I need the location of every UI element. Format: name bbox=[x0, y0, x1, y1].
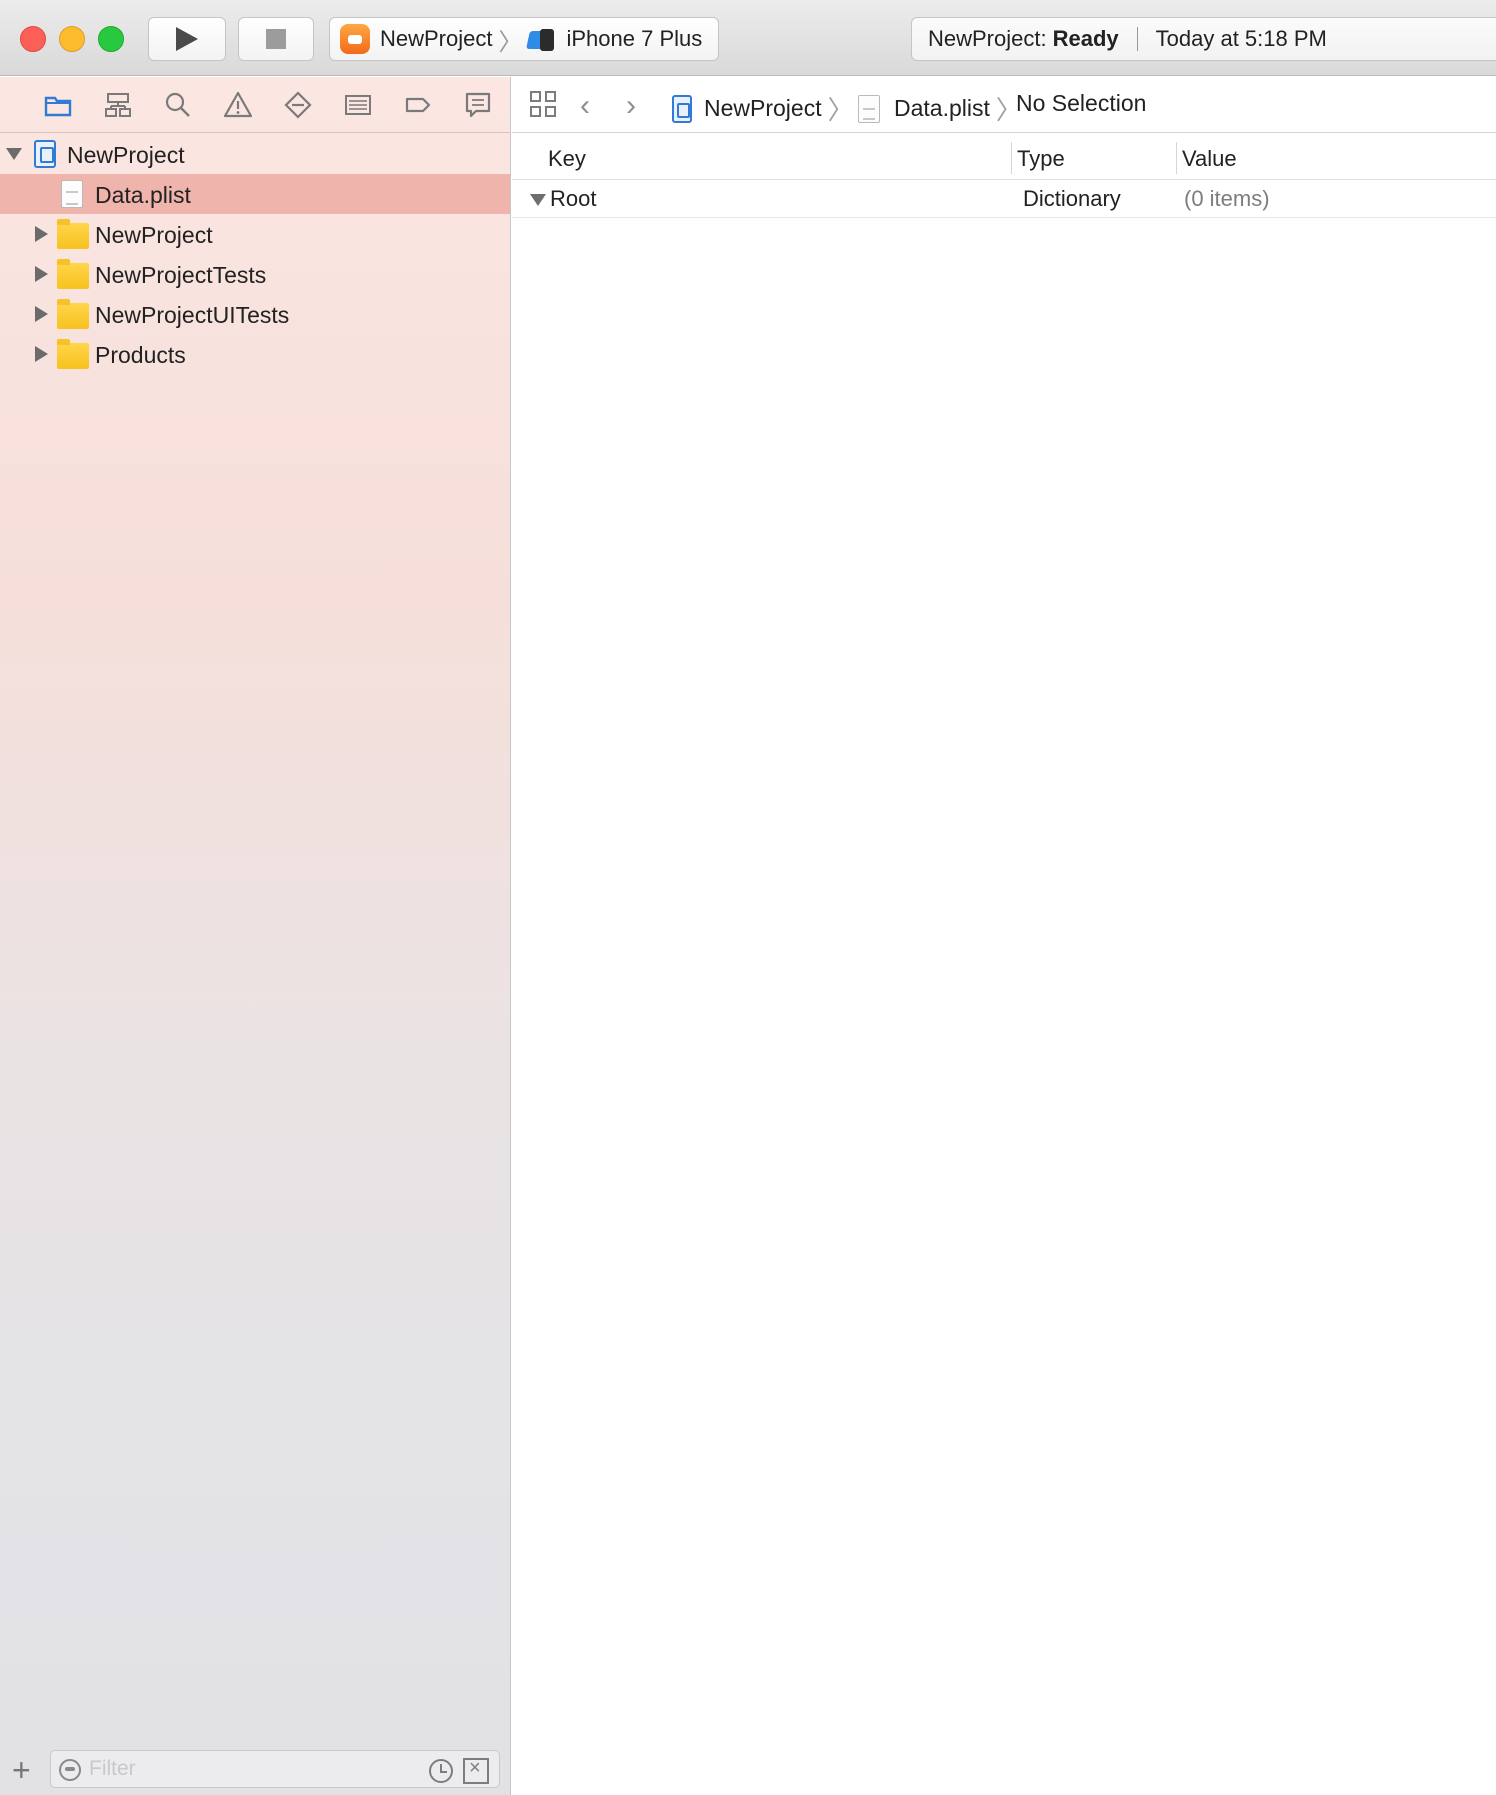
tab-symbol-navigator[interactable] bbox=[88, 87, 148, 123]
filter-icon bbox=[59, 1759, 81, 1781]
filter-input[interactable] bbox=[89, 1755, 409, 1783]
project-navigator: NewProject Data.plist NewProject NewProj… bbox=[0, 77, 511, 1795]
add-file-button[interactable]: + bbox=[12, 1752, 31, 1789]
column-header-key[interactable]: Key bbox=[548, 146, 586, 172]
activity-project-label: NewProject: bbox=[928, 26, 1047, 51]
test-diamond-icon bbox=[284, 90, 312, 119]
hierarchy-icon bbox=[105, 92, 131, 117]
disclosure-closed-icon[interactable] bbox=[35, 266, 48, 282]
tree-item-label: NewProject bbox=[95, 222, 213, 248]
navigator-tab-bar bbox=[0, 77, 510, 133]
stop-button[interactable] bbox=[238, 17, 314, 61]
plist-key-cell[interactable]: Root bbox=[550, 186, 596, 212]
simulator-device-icon bbox=[526, 27, 556, 51]
search-icon bbox=[165, 92, 190, 117]
jumpbar-file-label: Data.plist bbox=[894, 95, 990, 121]
window-toolbar: NewProject 〉 iPhone 7 Plus NewProject: R… bbox=[0, 0, 1496, 76]
tree-row-project-root[interactable]: NewProject bbox=[0, 134, 510, 174]
tree-row-newprojecttests-folder[interactable]: NewProjectTests bbox=[0, 254, 510, 294]
tree-row-newprojectuitests-folder[interactable]: NewProjectUITests bbox=[0, 294, 510, 334]
folder-icon bbox=[44, 96, 72, 116]
plist-file-icon bbox=[61, 180, 83, 208]
tree-item-label: Data.plist bbox=[95, 182, 191, 208]
tab-debug-navigator[interactable] bbox=[328, 87, 388, 123]
activity-divider bbox=[1136, 27, 1138, 51]
column-divider[interactable] bbox=[1176, 142, 1177, 174]
column-header-type[interactable]: Type bbox=[1017, 146, 1065, 172]
source-control-filter-icon[interactable] bbox=[463, 1757, 489, 1784]
plist-column-header: Key Type Value bbox=[512, 136, 1496, 180]
report-icon bbox=[465, 92, 491, 117]
debug-list-icon bbox=[345, 94, 371, 115]
jumpbar-project-crumb[interactable]: NewProject 〉 bbox=[672, 90, 860, 127]
breakpoint-icon bbox=[405, 97, 431, 112]
tree-item-label: NewProjectUITests bbox=[95, 302, 290, 328]
run-button[interactable] bbox=[148, 17, 226, 61]
tab-project-navigator[interactable] bbox=[28, 87, 88, 123]
plist-file-icon bbox=[858, 94, 880, 123]
tab-test-navigator[interactable] bbox=[268, 87, 328, 123]
zoom-window-button[interactable] bbox=[98, 26, 124, 52]
tab-issue-navigator[interactable] bbox=[208, 87, 268, 123]
app-target-icon bbox=[340, 24, 370, 54]
plist-type-cell[interactable]: Dictionary bbox=[1023, 186, 1121, 212]
activity-viewer: NewProject: Ready Today at 5:18 PM bbox=[911, 17, 1496, 61]
project-file-icon bbox=[672, 94, 692, 123]
chevron-right-icon: 〉 bbox=[827, 95, 854, 125]
folder-icon bbox=[57, 339, 89, 369]
activity-status: Ready bbox=[1052, 26, 1119, 51]
file-tree: NewProject Data.plist NewProject NewProj… bbox=[0, 134, 510, 374]
disclosure-closed-icon[interactable] bbox=[35, 226, 48, 242]
plist-value-cell[interactable]: (0 items) bbox=[1184, 186, 1270, 212]
activity-timestamp: Today at 5:18 PM bbox=[1155, 26, 1327, 51]
scheme-project-label: NewProject bbox=[380, 26, 493, 51]
disclosure-open-icon[interactable] bbox=[530, 194, 546, 206]
minimize-window-button[interactable] bbox=[59, 26, 85, 52]
folder-icon bbox=[57, 219, 89, 249]
disclosure-open-icon[interactable] bbox=[6, 148, 22, 160]
tab-breakpoint-navigator[interactable] bbox=[388, 87, 448, 123]
column-divider[interactable] bbox=[1011, 142, 1012, 174]
scheme-selector[interactable]: NewProject 〉 iPhone 7 Plus bbox=[329, 17, 719, 61]
tree-item-label: NewProjectTests bbox=[95, 262, 267, 288]
warning-icon bbox=[223, 91, 253, 117]
jumpbar-selection-label: No Selection bbox=[1016, 90, 1147, 116]
jumpbar-project-label: NewProject bbox=[704, 95, 822, 121]
tree-item-label: NewProject bbox=[67, 142, 185, 168]
folder-icon bbox=[57, 259, 89, 289]
filter-field[interactable] bbox=[50, 1750, 500, 1788]
project-file-icon bbox=[34, 140, 56, 168]
navigator-filter-bar: + bbox=[0, 1742, 510, 1795]
chevron-right-icon: 〉 bbox=[498, 28, 523, 56]
tree-row-newproject-folder[interactable]: NewProject bbox=[0, 214, 510, 254]
jumpbar-selection-crumb[interactable]: No Selection bbox=[1016, 90, 1146, 117]
recent-files-icon[interactable] bbox=[429, 1759, 453, 1783]
back-arrow-icon[interactable]: ‹ bbox=[580, 89, 590, 123]
forward-arrow-icon[interactable]: › bbox=[626, 89, 636, 123]
tab-find-navigator[interactable] bbox=[148, 87, 208, 123]
disclosure-closed-icon[interactable] bbox=[35, 346, 48, 362]
jumpbar-file-crumb[interactable]: Data.plist 〉 bbox=[858, 90, 1028, 127]
scheme-device-label[interactable]: iPhone 7 Plus bbox=[566, 26, 702, 52]
tab-report-navigator[interactable] bbox=[448, 87, 508, 123]
disclosure-closed-icon[interactable] bbox=[35, 306, 48, 322]
related-items-icon[interactable] bbox=[530, 91, 558, 119]
close-window-button[interactable] bbox=[20, 26, 46, 52]
stop-icon bbox=[266, 29, 286, 49]
folder-icon bbox=[57, 299, 89, 329]
tree-row-data-plist[interactable]: Data.plist bbox=[0, 174, 510, 214]
plist-row-root[interactable]: Root Dictionary (0 items) bbox=[512, 180, 1496, 218]
column-header-value[interactable]: Value bbox=[1182, 146, 1237, 172]
play-icon bbox=[176, 27, 198, 51]
tree-row-products-folder[interactable]: Products bbox=[0, 334, 510, 374]
tree-item-label: Products bbox=[95, 342, 186, 368]
jump-bar: ‹ › NewProject 〉 Data.plist 〉 No Selecti… bbox=[512, 77, 1496, 133]
